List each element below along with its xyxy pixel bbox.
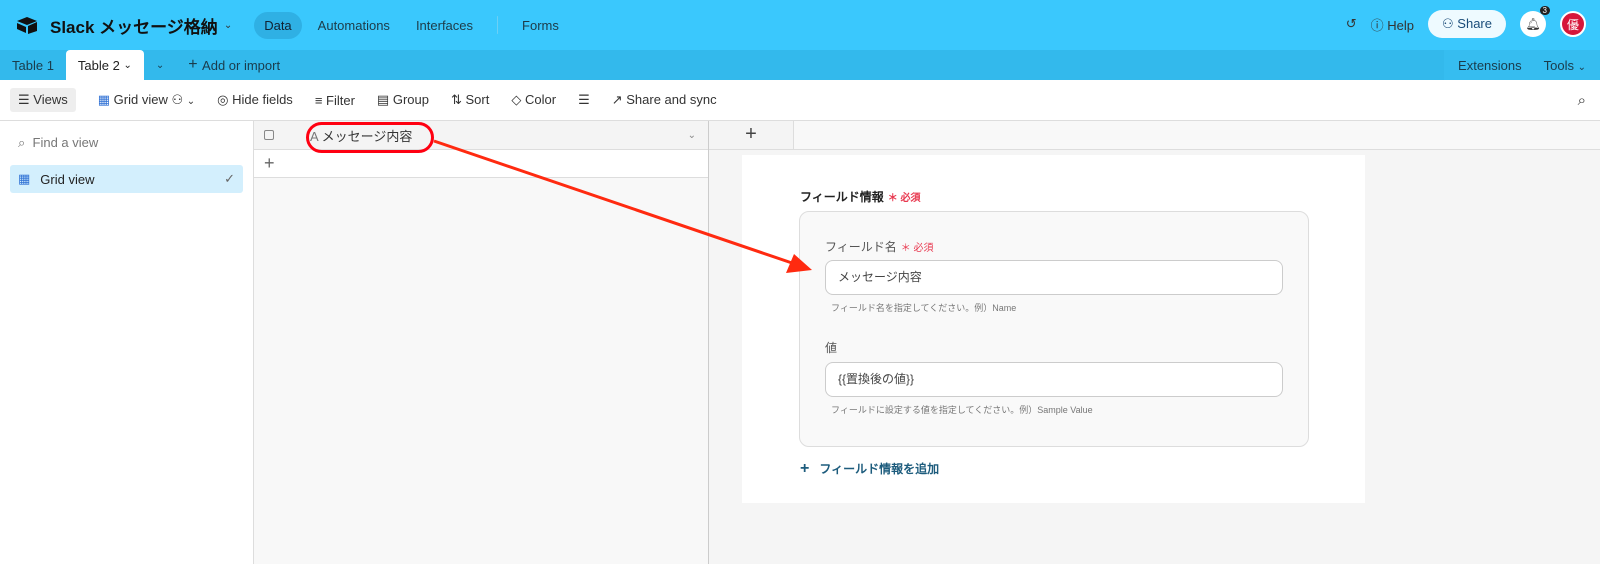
sort-label: Sort bbox=[465, 92, 490, 107]
tab-table-2[interactable]: Table 2 ⌄ bbox=[65, 50, 144, 80]
tab-table-1[interactable]: Table 1 bbox=[0, 50, 66, 80]
bell-icon: 🔔︎ bbox=[1525, 17, 1541, 31]
grid-header: A メッセージ内容 ⌄ bbox=[254, 121, 708, 153]
section-label: フィールド情報 bbox=[800, 190, 884, 204]
find-view-input[interactable]: ⌕ Find a view bbox=[18, 135, 235, 151]
sort-button[interactable]: ⇅ Sort bbox=[451, 92, 489, 108]
history-icon[interactable]: ↺ bbox=[1346, 16, 1357, 32]
sidebar-item-grid-view[interactable]: ▦ Grid view ✓ bbox=[10, 165, 243, 193]
field-card: フィールド名＊ 必須 メッセージ内容 フィールド名を指定してください。例）Nam… bbox=[799, 211, 1309, 447]
table-tabs: Table 1 Table 2 ⌄ ⌄ + Add or import Exte… bbox=[0, 50, 1600, 80]
base-name[interactable]: Slack メッセージ格納 bbox=[50, 13, 218, 38]
required-badge: ＊ 必須 bbox=[900, 243, 934, 254]
add-row-button[interactable]: + bbox=[254, 150, 708, 178]
filter-button[interactable]: ≡ Filter bbox=[315, 93, 355, 108]
required-badge: ＊ 必須 bbox=[887, 193, 921, 204]
users-icon: ⚇ bbox=[1442, 16, 1458, 31]
color-label: Color bbox=[524, 92, 557, 107]
value-hint: フィールドに設定する値を指定してください。例）Sample Value bbox=[831, 405, 1093, 415]
sort-icon: ⇅ bbox=[450, 92, 462, 107]
paint-bucket-icon: ◇ bbox=[511, 92, 522, 107]
hide-fields-button[interactable]: ◎ Hide fields bbox=[217, 92, 293, 108]
value-input[interactable]: {{置換後の値}} bbox=[825, 362, 1283, 397]
grid-icon: ▦ bbox=[97, 92, 111, 107]
nav-interfaces[interactable]: Interfaces bbox=[406, 12, 483, 39]
nav-data[interactable]: Data bbox=[254, 11, 302, 39]
chevron-down-icon[interactable]: ⌄ bbox=[688, 130, 696, 141]
share-label: Share bbox=[1457, 16, 1492, 31]
field-name-text: フィールド名 bbox=[825, 240, 897, 254]
group-button[interactable]: ▤ Group bbox=[377, 92, 429, 108]
add-or-import-button[interactable]: + Add or import bbox=[176, 50, 292, 80]
tools-label: Tools bbox=[1543, 57, 1574, 73]
add-field-button[interactable]: + フィールド情報を追加 bbox=[800, 460, 939, 478]
grid-view-button[interactable]: ▦ Grid view ⚇ ⌄ bbox=[98, 92, 195, 108]
view-label: Grid view bbox=[40, 171, 95, 187]
field-name-input[interactable]: メッセージ内容 bbox=[825, 260, 1283, 295]
nav-forms[interactable]: Forms bbox=[512, 12, 569, 39]
section-title: フィールド情報＊ 必須 bbox=[800, 188, 921, 205]
views-button[interactable]: ☰ Views bbox=[10, 88, 76, 112]
search-icon: ⌕ bbox=[18, 135, 26, 150]
grid-view-label: Grid view bbox=[113, 92, 168, 107]
divider bbox=[497, 16, 499, 34]
help-label: Help bbox=[1387, 17, 1415, 33]
chevron-down-icon[interactable]: ⌄ bbox=[123, 60, 131, 71]
color-button[interactable]: ◇ Color bbox=[511, 92, 556, 108]
notification-badge: 3 bbox=[1539, 6, 1550, 15]
field-name-hint: フィールド名を指定してください。例）Name bbox=[831, 303, 1017, 313]
row-height-icon[interactable]: ☰ bbox=[578, 92, 590, 108]
field-name-label: フィールド名＊ 必須 bbox=[825, 238, 934, 255]
filter-label: Filter bbox=[326, 92, 355, 108]
help-button[interactable]: ⓘ Help bbox=[1371, 15, 1414, 34]
grid-icon: ▦ bbox=[18, 171, 31, 186]
add-field-label: フィールド情報を追加 bbox=[819, 462, 940, 476]
share-button[interactable]: ⚇ Share bbox=[1428, 10, 1506, 38]
tools-button[interactable]: Tools ⌄ bbox=[1544, 58, 1586, 73]
add-label: Add or import bbox=[202, 57, 281, 73]
form-panel: フィールド情報＊ 必須 フィールド名＊ 必須 メッセージ内容 フィールド名を指定… bbox=[742, 155, 1365, 503]
group-label: Group bbox=[392, 92, 429, 107]
collaborators-icon: ⚇ bbox=[171, 92, 184, 107]
check-icon: ✓ bbox=[224, 171, 235, 186]
add-column-button[interactable]: + bbox=[709, 121, 794, 150]
plus-icon: + bbox=[800, 460, 810, 477]
hide-fields-label: Hide fields bbox=[232, 92, 293, 107]
annotation-highlight bbox=[306, 122, 434, 153]
eye-off-icon: ◎ bbox=[217, 92, 229, 107]
plus-icon: + bbox=[188, 56, 203, 73]
chevron-down-icon: ⌄ bbox=[1577, 61, 1586, 73]
help-icon: ⓘ bbox=[1370, 17, 1388, 33]
notifications-button[interactable]: 🔔︎ 3 bbox=[1520, 6, 1550, 37]
top-bar: Slack メッセージ格納 ⌄ Data Automations Interfa… bbox=[0, 0, 1600, 50]
header-filler bbox=[794, 121, 1600, 150]
search-icon[interactable]: ⌕ bbox=[1578, 92, 1586, 109]
chevron-down-icon: ⌄ bbox=[186, 96, 196, 107]
grid: A メッセージ内容 ⌄ + bbox=[254, 121, 709, 564]
views-sidebar: ⌕ Find a view ▦ Grid view ✓ bbox=[0, 121, 254, 564]
chevron-down-icon[interactable]: ⌄ bbox=[224, 20, 232, 31]
find-placeholder: Find a view bbox=[32, 135, 99, 150]
external-link-icon: ↗ bbox=[611, 92, 623, 107]
more-tables-chevron-icon[interactable]: ⌄ bbox=[144, 50, 176, 80]
group-icon: ▤ bbox=[376, 92, 390, 107]
view-toolbar: ☰ Views ▦ Grid view ⚇ ⌄ ◎ Hide fields ≡ … bbox=[0, 80, 1600, 121]
views-label: Views bbox=[33, 92, 68, 107]
select-all-checkbox[interactable] bbox=[264, 130, 274, 140]
share-sync-button[interactable]: ↗ Share and sync bbox=[612, 92, 717, 108]
filter-icon: ≡ bbox=[314, 92, 323, 108]
share-sync-label: Share and sync bbox=[626, 92, 717, 107]
nav-automations[interactable]: Automations bbox=[308, 12, 400, 39]
extensions-button[interactable]: Extensions bbox=[1458, 58, 1522, 73]
tab-label: Table 2 bbox=[77, 57, 120, 73]
value-label: 値 bbox=[825, 341, 838, 355]
airtable-logo-icon bbox=[17, 17, 37, 34]
avatar[interactable]: 優 bbox=[1560, 11, 1586, 37]
